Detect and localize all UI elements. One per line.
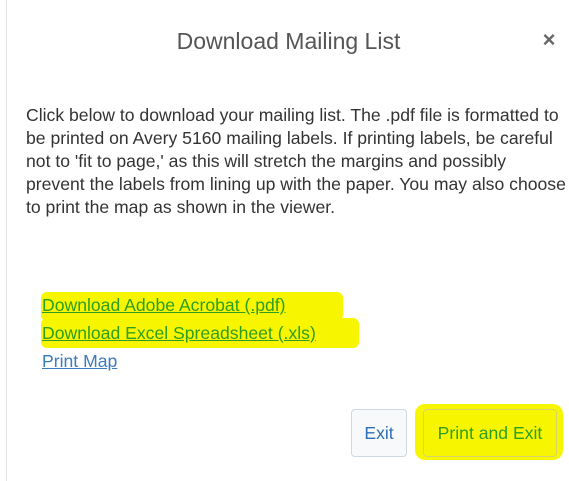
print-and-exit-button[interactable]: Print and Exit <box>423 409 557 457</box>
exit-button[interactable]: Exit <box>351 409 407 457</box>
print-map-link[interactable]: Print Map <box>42 351 117 372</box>
download-pdf-link[interactable]: Download Adobe Acrobat (.pdf) <box>42 295 286 316</box>
close-icon[interactable]: × <box>539 29 559 51</box>
dialog-description: Click below to download your mailing lis… <box>26 105 566 217</box>
download-xls-link[interactable]: Download Excel Spreadsheet (.xls) <box>42 323 316 344</box>
link-row-pdf: Download Adobe Acrobat (.pdf) <box>41 292 401 321</box>
link-row-print-map: Print Map <box>41 348 401 376</box>
download-links: Download Adobe Acrobat (.pdf) Download E… <box>41 292 401 376</box>
dialog-footer: Exit Print and Exit <box>347 404 565 464</box>
link-row-xls: Download Excel Spreadsheet (.xls) <box>41 318 401 348</box>
download-mailing-list-dialog: Download Mailing List × Click below to d… <box>6 0 569 481</box>
dialog-title: Download Mailing List <box>176 28 401 54</box>
